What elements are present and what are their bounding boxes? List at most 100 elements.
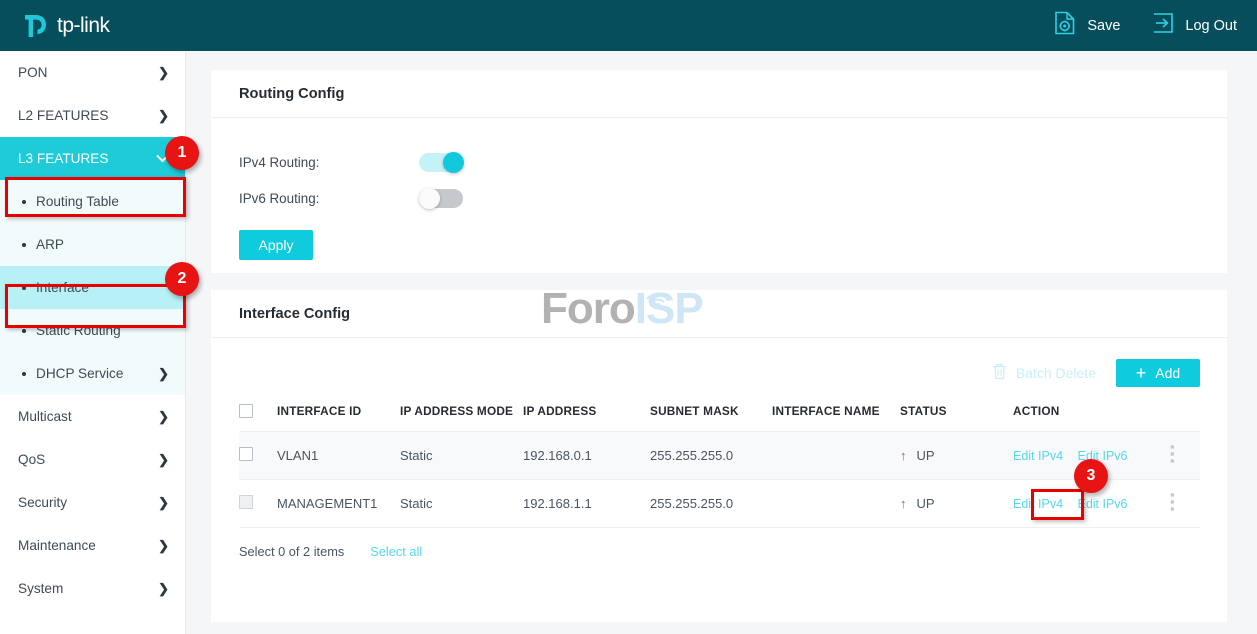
up-arrow-icon: ↑ <box>900 448 907 463</box>
sidebar-item-pon[interactable]: PON ❯ <box>0 51 185 94</box>
watermark-text-isp: ISP <box>634 284 704 334</box>
sidebar-item-label: Maintenance <box>18 538 96 553</box>
table-header-row: INTERFACE ID IP ADDRESS MODE IP ADDRESS … <box>239 398 1200 432</box>
table-row[interactable]: VLAN1 Static 192.168.0.1 255.255.255.0 ↑… <box>239 431 1200 480</box>
status-badge: UP <box>916 448 935 463</box>
trash-icon <box>992 363 1007 383</box>
table-toolbar: Batch Delete + Add <box>211 348 1227 398</box>
sidebar-navigation: PON ❯ L2 FEATURES ❯ L3 FEATURES Routing … <box>0 51 186 634</box>
select-all-checkbox[interactable] <box>239 404 253 418</box>
cell-interface-name <box>772 479 900 528</box>
bullet-icon <box>22 242 26 247</box>
logout-arrow-icon <box>1152 12 1174 39</box>
add-button[interactable]: + Add <box>1116 359 1200 387</box>
sidebar-item-maintenance[interactable]: Maintenance ❯ <box>0 524 185 567</box>
cell-subnet-mask: 255.255.255.0 <box>650 431 772 480</box>
cell-status: ↑ UP <box>900 431 1013 480</box>
interface-config-panel: Interface Config Foro ISP Batch Delete +… <box>211 284 1227 622</box>
wifi-signal-icon <box>643 268 673 318</box>
foroisp-watermark: Foro ISP <box>541 284 704 334</box>
bullet-icon <box>22 199 26 204</box>
chevron-right-icon: ❯ <box>158 537 169 553</box>
column-status: STATUS <box>900 398 1013 432</box>
logout-button[interactable]: Log Out <box>1152 12 1237 39</box>
edit-ipv4-link[interactable]: Edit IPv4 <box>1013 449 1063 463</box>
header-actions: Save Log Out <box>1022 11 1237 40</box>
sidebar-item-static-routing[interactable]: Static Routing <box>0 309 185 352</box>
column-menu <box>1170 398 1200 432</box>
sidebar-item-label: ARP <box>36 237 64 252</box>
toggle-knob <box>419 187 440 209</box>
kebab-menu-icon[interactable]: ▪ ▪ ▪ <box>1170 488 1200 515</box>
column-action: ACTION <box>1013 398 1170 432</box>
save-button[interactable]: Save <box>1054 11 1120 40</box>
column-subnet-mask: SUBNET MASK <box>650 398 772 432</box>
batch-delete-label: Batch Delete <box>1015 365 1096 381</box>
bullet-icon <box>22 371 26 376</box>
routing-config-header: Routing Config <box>211 70 1227 118</box>
sidebar-item-system[interactable]: System ❯ <box>0 567 185 610</box>
select-all-link[interactable]: Select all <box>370 544 422 559</box>
table-body: VLAN1 Static 192.168.0.1 255.255.255.0 ↑… <box>239 431 1200 528</box>
sidebar-item-security[interactable]: Security ❯ <box>0 481 185 524</box>
sidebar-item-label: QoS <box>18 452 46 467</box>
cell-menu: ▪ ▪ ▪ <box>1170 479 1200 528</box>
sidebar-item-label: DHCP Service <box>36 366 124 381</box>
row-select-cell <box>239 431 277 480</box>
sidebar-item-label: System <box>18 581 64 596</box>
brand-logo[interactable]: tp-link <box>22 11 110 41</box>
table-footer: Select 0 of 2 items Select all <box>211 528 1227 559</box>
edit-ipv4-link[interactable]: Edit IPv4 <box>1013 497 1063 511</box>
chevron-right-icon: ❯ <box>158 494 169 510</box>
row-checkbox[interactable] <box>239 447 253 461</box>
chevron-right-icon: ❯ <box>158 580 169 596</box>
ipv4-routing-row: IPv4 Routing: <box>239 144 1227 180</box>
ipv4-routing-toggle[interactable] <box>419 151 464 173</box>
cell-ip-address-mode: Static <box>400 479 523 528</box>
table-row[interactable]: MANAGEMENT1 Static 192.168.1.1 255.255.2… <box>239 479 1200 528</box>
cell-interface-name <box>772 431 900 480</box>
sidebar-item-l3-features[interactable]: L3 FEATURES <box>0 137 185 180</box>
cell-menu: ▪ ▪ ▪ <box>1170 431 1200 480</box>
annotation-badge-1: 1 <box>165 136 199 170</box>
cell-status: ↑ UP <box>900 479 1013 528</box>
select-all-header <box>239 398 277 432</box>
sidebar-item-arp[interactable]: ARP <box>0 223 185 266</box>
bullet-icon <box>22 328 26 333</box>
batch-delete-button[interactable]: Batch Delete <box>992 363 1096 383</box>
sidebar-item-dhcp-service[interactable]: DHCP Service ❯ <box>0 352 185 395</box>
sidebar-item-label: Interface <box>36 280 89 295</box>
chevron-right-icon: ❯ <box>158 64 169 80</box>
kebab-menu-icon[interactable]: ▪ ▪ ▪ <box>1170 440 1200 467</box>
add-label: Add <box>1155 365 1181 381</box>
ipv6-routing-row: IPv6 Routing: <box>239 180 1227 216</box>
sidebar-item-multicast[interactable]: Multicast ❯ <box>0 395 185 438</box>
sidebar-item-label: PON <box>18 65 48 80</box>
sidebar-item-label: Static Routing <box>36 323 121 338</box>
chevron-right-icon: ❯ <box>158 365 169 381</box>
logout-label: Log Out <box>1185 17 1237 34</box>
sidebar-item-routing-table[interactable]: Routing Table <box>0 180 185 223</box>
sidebar-item-label: L3 FEATURES <box>18 151 109 166</box>
sidebar-item-interface[interactable]: Interface <box>0 266 185 309</box>
cell-interface-id: VLAN1 <box>277 431 400 480</box>
selection-count: Select 0 of 2 items <box>239 544 345 559</box>
ipv4-routing-label: IPv4 Routing: <box>239 154 320 170</box>
status-badge: UP <box>916 496 935 511</box>
row-checkbox-disabled <box>239 495 253 509</box>
interface-table: INTERFACE ID IP ADDRESS MODE IP ADDRESS … <box>239 398 1200 528</box>
watermark-isp-text: ISP <box>634 284 704 333</box>
apply-button[interactable]: Apply <box>239 230 313 260</box>
ipv6-routing-toggle[interactable] <box>419 187 463 209</box>
sidebar-item-label: Routing Table <box>36 194 119 209</box>
cell-ip-address: 192.168.1.1 <box>523 479 650 528</box>
sidebar-item-label: Multicast <box>18 409 72 424</box>
edit-ipv6-link[interactable]: Edit IPv6 <box>1077 497 1127 511</box>
interface-config-header: Interface Config Foro ISP <box>211 284 1227 338</box>
routing-config-panel: Routing Config IPv4 Routing: IPv6 Routin… <box>211 70 1227 273</box>
column-interface-name: INTERFACE NAME <box>772 398 900 432</box>
cell-ip-address: 192.168.0.1 <box>523 431 650 480</box>
column-interface-id: INTERFACE ID <box>277 398 400 432</box>
sidebar-item-l2-features[interactable]: L2 FEATURES ❯ <box>0 94 185 137</box>
sidebar-item-qos[interactable]: QoS ❯ <box>0 438 185 481</box>
